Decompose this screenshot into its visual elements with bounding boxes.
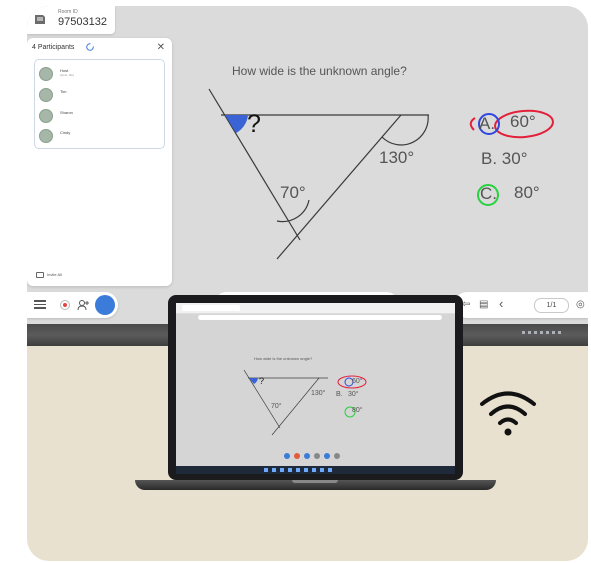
unknown-angle-wedge	[225, 115, 248, 133]
export-icon[interactable]: ▤	[479, 299, 488, 310]
windows-taskbar	[176, 466, 455, 474]
undo-icon[interactable]: ⇦	[462, 299, 470, 310]
wifi-icon	[480, 391, 536, 436]
option-c-letter[interactable]: C.	[480, 184, 497, 204]
option-b-value: 30°	[501, 149, 528, 168]
laptop-base	[135, 480, 496, 490]
taskbar-app-icons[interactable]	[264, 468, 334, 472]
bezel-indicator	[522, 331, 562, 334]
mirrored-angle-right: 130°	[311, 390, 326, 397]
record-icon[interactable]	[58, 298, 72, 312]
settings-icon[interactable]: ◎	[576, 299, 585, 310]
prev-icon[interactable]: ‹	[499, 296, 503, 311]
triangle-lines	[208, 88, 429, 260]
option-b[interactable]: B. 30°	[481, 149, 528, 169]
angle-label-right: 130°	[379, 148, 415, 167]
laptop-screen: How wide is the unknown angle? ? 130° 70…	[176, 303, 455, 474]
mirrored-angle-bottom: 70°	[271, 403, 282, 410]
mirrored-taskbar-icons	[284, 453, 340, 459]
unknown-angle-marker: ?	[247, 110, 261, 138]
scene-card: Room ID 97503132 4 Participants ✕ Host (…	[27, 6, 588, 561]
right-toolbar: ⇦ ▤ ‹ 1/1 ◎	[454, 292, 588, 318]
option-c-value[interactable]: 80°	[514, 183, 540, 203]
option-a-value[interactable]: 60°	[510, 112, 536, 132]
mirrored-option-b-letter: B.	[336, 391, 343, 398]
mirrored-unknown-marker: ?	[259, 376, 265, 386]
option-a-letter[interactable]: A.	[479, 114, 495, 134]
laptop-lid: How wide is the unknown angle? ? 130° 70…	[168, 295, 463, 480]
page-indicator[interactable]: 1/1	[534, 298, 569, 313]
menu-icon[interactable]	[33, 298, 47, 312]
left-toolbar	[27, 292, 118, 318]
mirrored-option-a: 60°	[352, 378, 363, 385]
angle-label-bottom: 70°	[280, 183, 306, 202]
whiteboard-screen: Room ID 97503132 4 Participants ✕ Host (…	[27, 6, 588, 324]
mirrored-option-b: 30°	[348, 391, 359, 398]
mirrored-figure	[243, 369, 367, 459]
mirrored-option-c: 80°	[352, 407, 363, 414]
participants-toggle-button[interactable]	[95, 295, 115, 315]
laptop-notch	[292, 480, 338, 483]
users-icon[interactable]	[77, 298, 91, 312]
option-b-letter: B.	[481, 149, 498, 168]
